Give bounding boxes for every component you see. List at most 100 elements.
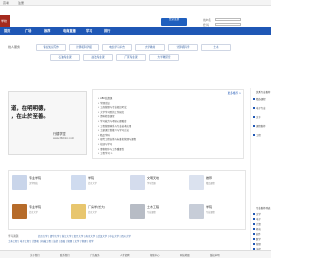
right-item[interactable]: 电子专业 [256,106,266,110]
banner-stamp: 行楼学堂 [53,132,66,136]
school-logo-icon [12,204,27,219]
school-subtitle: 学习资源 [147,182,156,185]
right-item[interactable]: 文字 [256,115,261,119]
logo-text: 学校 [1,19,8,23]
topbar-register-link[interactable]: 注册 [18,1,24,5]
category-chip[interactable]: 大学教研室 [149,54,179,61]
right-list-item[interactable]: 计算 [256,222,261,226]
school-name: 厂房学(长大) [88,205,106,209]
hero-banner[interactable]: 道，在明明德， ，在止於至善。 行楼学堂 www.360doc.com [8,91,87,155]
news-item[interactable]: • 工商管理与专业知识考试 [98,105,126,109]
school-logo-icon [189,175,204,190]
nav-item-3[interactable]: 电商直播 [63,28,76,33]
news-item[interactable]: • 资料检查课堂 [98,114,115,118]
bullet-icon [253,107,255,109]
category-chip[interactable]: 大学教材 [135,44,165,51]
category-chip[interactable]: 石油专业课 [50,54,80,61]
school-card[interactable]: 学院 专业课程 [188,203,246,229]
right-list-item[interactable]: 机电 [256,227,261,231]
bullet-icon [253,243,255,245]
school-name: 推荐 [206,176,213,180]
bullet-icon [253,116,255,118]
news-item[interactable]: • 事物程序与工作重要性 [98,147,124,151]
bottom-links: 学习资源 北京大学 | 清华大学 | 浙江大学 | 复旦大学 | 南京大学 | … [8,234,246,246]
news-more-link[interactable]: 更多推荐 > [228,91,241,95]
news-item[interactable]: • 工程学习 > [98,151,113,155]
news-item[interactable]: • 学习能力与考研心理教育 [98,119,126,123]
nav-item-0[interactable]: 首页 [4,28,10,33]
login-button[interactable]: 登录注册 [161,18,187,26]
right-sidebar: 优秀专业推荐 专业推荐列表 精选课程 电子专业 文字 课程推荐 工程 文学 电子 计算 机电 软件… [250,88,271,258]
bullet-icon [253,213,255,215]
news-item[interactable]: • 大学学习院的工作研究 [98,110,124,114]
nav-item-4[interactable]: 学习 [86,28,92,33]
right-title: 优秀专业推荐 [256,91,271,94]
bullet-icon [253,125,255,127]
news-item[interactable]: • ABC结算课 [98,96,112,100]
school-subtitle: 北京大学 [88,211,97,214]
bullet-icon [253,228,255,230]
school-card[interactable]: 土木工程 专业课程 [129,203,187,229]
category-chip[interactable]: 电信学习平台 [102,44,132,51]
category-chip[interactable]: 政法专业课 [83,54,113,61]
topbar-left-link[interactable]: 高考 [3,1,9,5]
school-card[interactable]: 专业学院 北京大学 [11,203,69,229]
footer-nav: 关于我们 联系我们 广告服务 人才招聘 帮助中心 网站地图 版权声明 [0,250,271,258]
right-item[interactable]: 工程 [256,133,261,137]
footer-link[interactable]: 人才招聘 [120,253,130,257]
category-chip[interactable]: 厂区专业课 [116,54,146,61]
news-item[interactable]: • 精品学科 [98,133,110,137]
footer-link[interactable]: 联系我们 [60,253,70,257]
category-heading: 线人服务 [8,45,21,49]
footer-link[interactable]: 关于我们 [30,253,40,257]
right-list-item[interactable]: 管理 [256,242,261,246]
news-item[interactable]: • 土建课计划推介与学习方法 [98,128,129,132]
bullet-icon [253,223,255,225]
school-subtitle: 汉学院校 [29,182,38,185]
news-item[interactable]: • 培训与学习 [98,142,112,146]
banner-line-1: 道，在明明德， [11,106,49,112]
school-card[interactable]: 学院 北京大学 [70,174,128,200]
category-chip[interactable]: 计算机科学报 [69,44,99,51]
footer-link[interactable]: 网站地图 [180,253,190,257]
right-list-item[interactable]: 电子 [256,217,261,221]
news-item[interactable]: • 现代工程自然与标准化管理与课程 [98,137,136,141]
bullet-icon [253,134,255,136]
school-card[interactable]: 推荐 精品课程 [188,174,246,200]
bottom-links-top[interactable]: 北京大学 | 清华大学 | 浙江大学 | 复旦大学 | 南京大学 | 武汉大学 … [38,234,131,238]
right-item[interactable]: 课程推荐 [256,124,266,128]
bottom-links-mid[interactable]: 土木工程 | 电子工程 | 计算机 | 机械工程 | 法律 | 金融 | 管理 … [8,239,93,243]
username-input[interactable] [215,17,241,22]
category-chip[interactable]: 土木 [201,44,231,51]
nav-item-1[interactable]: 广场 [25,28,31,33]
right-list-item[interactable]: 数学 [256,237,261,241]
right-list-item[interactable]: 文学 [256,212,261,216]
banner-url: www.360doc.com [53,137,75,140]
news-item[interactable]: • 学理论证 [98,101,110,105]
category-chip[interactable]: 专业知识写作 [36,44,66,51]
school-name: 学院 [206,205,213,209]
school-logo-icon [71,175,86,190]
bullet-icon [253,238,255,240]
nav-item-5[interactable]: 排行 [104,28,110,33]
nav-item-2[interactable]: 推荐 [44,28,50,33]
footer-link[interactable]: 广告服务 [90,253,100,257]
password-input[interactable] [215,22,241,27]
right-item[interactable]: 精选课程 [256,97,266,101]
footer-link[interactable]: 版权声明 [210,253,220,257]
school-card[interactable]: 文明天地 学习资源 [129,174,187,200]
school-card[interactable]: 厂房学(长大) 北京大学 [70,203,128,229]
news-panel: 更多推荐 > • ABC结算课 • 学理论证 • 工商管理与专业知识考试 • 大学学习… [92,89,244,159]
school-name: 专业学院 [29,205,42,209]
category-chip[interactable]: 计算机科学 [168,44,198,51]
school-name: 土木工程 [147,205,160,209]
right-list-item[interactable]: 软件 [256,232,261,236]
school-card[interactable]: 专业学院 汉学院校 [11,174,69,200]
school-name: 文明天地 [147,176,160,180]
news-item[interactable]: • 工程管理体系与专业技术应用 [98,124,131,128]
school-logo-icon [12,175,27,190]
footer-link[interactable]: 帮助中心 [150,253,160,257]
school-subtitle: 北京大学 [88,182,97,185]
school-subtitle: 精品课程 [206,182,215,185]
site-header: 学校 登录注册 用户名 密 码 [0,6,271,27]
